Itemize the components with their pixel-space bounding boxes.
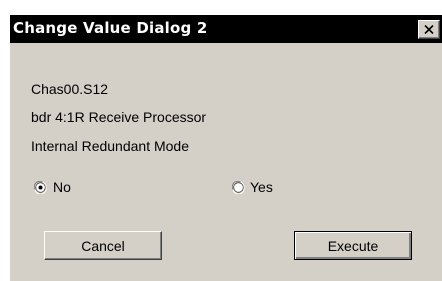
radio-no-label[interactable]: No — [53, 179, 71, 195]
radio-yes-label[interactable]: Yes — [250, 179, 273, 195]
close-button[interactable] — [418, 20, 440, 39]
radio-checked-icon — [33, 180, 47, 195]
radio-unchecked-icon — [231, 180, 245, 195]
change-value-dialog: Change Value Dialog 2 Chas00.S12 bdr 4:1… — [10, 15, 442, 281]
dialog-title: Change Value Dialog 2 — [13, 19, 208, 37]
radio-yes[interactable] — [231, 180, 245, 195]
device-label: Chas00.S12 — [31, 81, 109, 97]
close-icon — [424, 25, 434, 34]
execute-button[interactable]: Execute — [294, 231, 412, 260]
radio-no[interactable] — [33, 180, 47, 195]
processor-label: bdr 4:1R Receive Processor — [31, 109, 207, 125]
title-bar[interactable]: Change Value Dialog 2 — [10, 15, 442, 43]
cancel-button[interactable]: Cancel — [44, 231, 162, 260]
mode-label: Internal Redundant Mode — [31, 138, 189, 154]
